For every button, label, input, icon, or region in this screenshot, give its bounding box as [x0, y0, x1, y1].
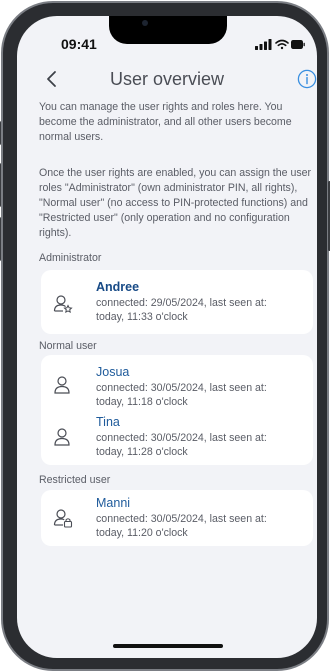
section-administrator-label: Administrator: [39, 252, 102, 264]
status-icons: [255, 39, 305, 50]
phone-frame: 09:41 User overview You can manage the u…: [0, 1, 330, 671]
user-detail: connected: 30/05/2024, last seen at: tod…: [96, 382, 267, 408]
wifi-icon: [275, 39, 289, 50]
intro-paragraph-2: Once the user rights are enabled, you ca…: [39, 167, 312, 239]
user-lock-icon: [53, 509, 73, 528]
home-indicator: [113, 644, 223, 648]
user-detail: connected: 30/05/2024, last seen at: tod…: [96, 432, 267, 458]
user-icon: [54, 428, 70, 446]
volume-down-button: [0, 217, 1, 261]
page-title: User overview: [109, 69, 225, 89]
mute-switch: [0, 121, 1, 145]
user-icon: [54, 376, 70, 394]
intro-paragraph-1: You can manage the user rights and roles…: [39, 101, 292, 143]
user-name: Josua: [96, 365, 130, 379]
signal-icon: [255, 39, 272, 50]
user-star-icon: [53, 295, 73, 314]
user-name: Andree: [96, 280, 140, 294]
user-detail: connected: 30/05/2024, last seen at: tod…: [96, 513, 267, 539]
volume-up-button: [0, 163, 1, 207]
section-restricted-user-label: Restricted user: [39, 474, 111, 486]
user-row-josua[interactable]: Josua connected: 30/05/2024, last seen a…: [41, 359, 313, 408]
normal-user-card: Josua connected: 30/05/2024, last seen a…: [41, 355, 313, 465]
info-icon[interactable]: [297, 69, 317, 89]
section-normal-user-label: Normal user: [39, 340, 97, 352]
user-row-andree[interactable]: Andree connected: 29/05/2024, last seen …: [41, 278, 313, 326]
app-screen: 09:41 User overview You can manage the u…: [17, 16, 317, 658]
user-name: Tina: [96, 415, 120, 429]
dynamic-island: [109, 16, 227, 44]
camera-icon: [142, 20, 148, 26]
user-name: Manni: [96, 496, 131, 510]
user-row-manni[interactable]: Manni connected: 30/05/2024, last seen a…: [41, 492, 313, 540]
restricted-user-card: Manni connected: 30/05/2024, last seen a…: [41, 490, 313, 546]
user-row-tina[interactable]: Tina connected: 30/05/2024, last seen at…: [41, 411, 313, 459]
user-detail: connected: 29/05/2024, last seen at: tod…: [96, 297, 267, 323]
status-time: 09:41: [61, 36, 97, 52]
administrator-card: Andree connected: 29/05/2024, last seen …: [41, 270, 313, 334]
battery-icon: [291, 40, 305, 49]
